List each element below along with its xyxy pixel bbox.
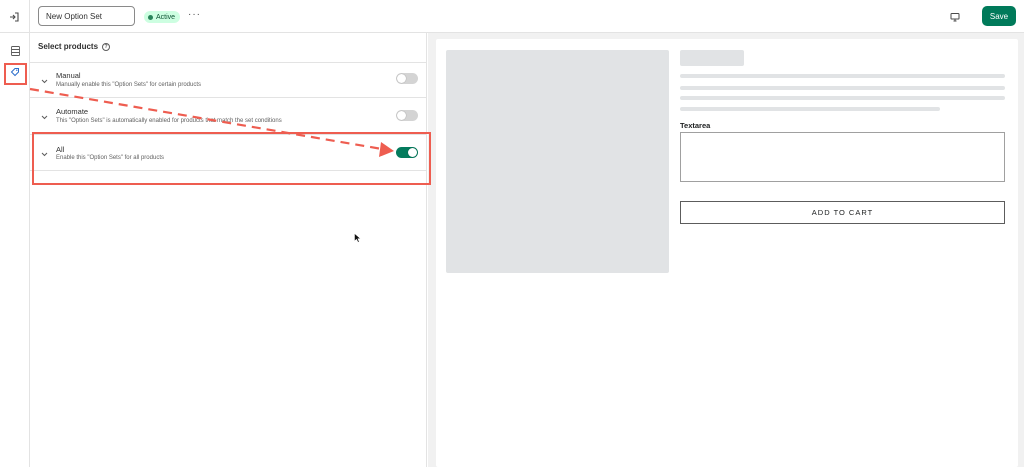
option-title: Automate (56, 107, 89, 116)
topbar-divider (29, 0, 30, 33)
option-description: Manually enable this "Option Sets" for c… (56, 82, 202, 88)
text-line-placeholder (680, 74, 1005, 78)
help-icon[interactable]: ? (102, 42, 111, 51)
manual-toggle[interactable] (396, 73, 418, 84)
status-dot-icon (148, 14, 153, 20)
status-badge: Active (144, 11, 181, 23)
chevron-down-icon[interactable] (40, 113, 48, 121)
product-image-placeholder (446, 50, 669, 273)
product-title-placeholder (680, 50, 744, 66)
section-title: Select products ? (38, 42, 111, 51)
section-title-text: Select products (38, 42, 99, 51)
annotation-highlight-all (32, 132, 431, 185)
layout-icon[interactable] (8, 44, 22, 58)
option-automate[interactable]: Automate This "Option Sets" is automatic… (30, 97, 427, 134)
chevron-down-icon[interactable] (40, 77, 48, 85)
save-button[interactable]: Save (982, 6, 1016, 26)
left-rail (0, 33, 30, 467)
desktop-preview-icon[interactable] (948, 10, 962, 24)
text-line-placeholder (680, 107, 940, 111)
exit-icon[interactable] (5, 8, 23, 26)
option-set-name-input[interactable] (38, 6, 135, 26)
add-to-cart-button[interactable]: ADD TO CART (680, 201, 1005, 224)
settings-panel: Select products ? Manual Manually enable… (30, 33, 427, 467)
top-bar: Active ··· Save (0, 0, 1024, 33)
toggle-knob (397, 111, 406, 120)
option-title: Manual (56, 71, 81, 80)
automate-toggle[interactable] (396, 110, 418, 121)
option-description: This "Option Sets" is automatically enab… (56, 118, 282, 124)
text-line-placeholder (680, 96, 1005, 100)
status-label: Active (156, 13, 176, 21)
annotation-highlight-tag (4, 63, 27, 85)
text-line-placeholder (680, 86, 1005, 90)
more-actions-button[interactable]: ··· (188, 9, 201, 21)
option-manual[interactable]: Manual Manually enable this "Option Sets… (30, 62, 427, 97)
textarea-field[interactable] (680, 132, 1005, 182)
toggle-knob (397, 74, 406, 83)
textarea-label: Textarea (680, 121, 711, 130)
mouse-cursor-icon (354, 233, 362, 243)
